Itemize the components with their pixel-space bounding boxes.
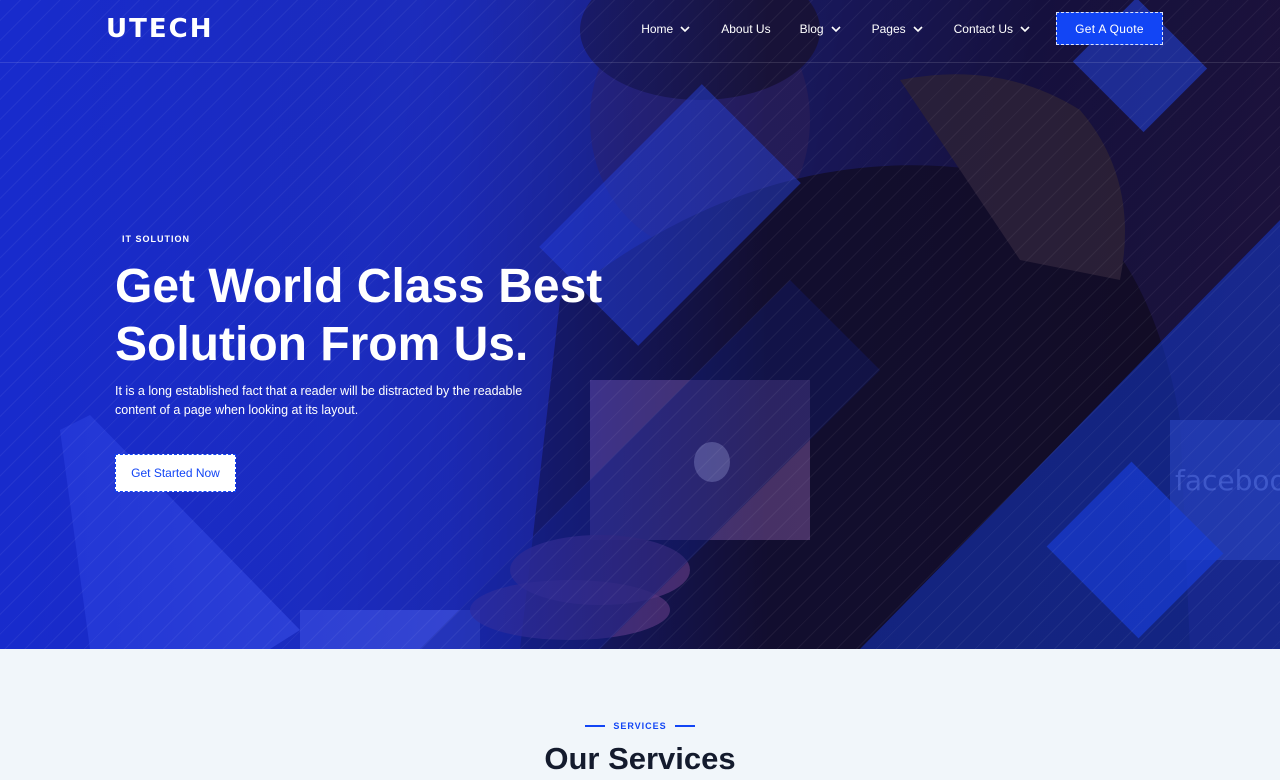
hero-description: It is a long established fact that a rea…: [115, 384, 523, 417]
nav-item-pages[interactable]: Pages: [872, 22, 925, 36]
brand-logo[interactable]: UTECH: [106, 14, 213, 44]
nav-item-label: About Us: [721, 21, 771, 36]
get-a-quote-button[interactable]: Get A Quote: [1056, 12, 1163, 45]
chevron-down-icon: [1020, 25, 1030, 32]
main-menu: Home About Us Blog Pages Contact Us: [612, 0, 1032, 57]
hero-title-line-1: Get World Class Best: [115, 260, 603, 313]
hero-title: Get World Class Best Solution From Us.: [115, 258, 635, 374]
nav-item-blog[interactable]: Blog: [800, 22, 843, 36]
nav-item-about-us[interactable]: About Us: [721, 22, 770, 36]
chevron-down-icon: [680, 25, 690, 32]
services-section: SERVICES Our Services: [0, 649, 1280, 780]
chevron-down-icon: [913, 25, 923, 32]
nav-item-label: Blog: [799, 21, 824, 36]
nav-item-label: Home: [641, 21, 674, 36]
get-started-button[interactable]: Get Started Now: [115, 454, 236, 492]
tag-line-right: [674, 725, 695, 727]
top-navigation: UTECH Home About Us Blog Pages Contact U…: [0, 0, 1280, 63]
services-title: Our Services: [544, 741, 736, 776]
hero-title-line-2: Solution From Us.: [115, 318, 529, 371]
hero-eyebrow: IT SOLUTION: [122, 234, 190, 244]
nav-item-label: Contact Us: [953, 21, 1013, 36]
services-tag: SERVICES: [0, 721, 1280, 731]
nav-item-home[interactable]: Home: [641, 22, 692, 36]
nav-item-label: Pages: [871, 21, 906, 36]
services-tag-label: SERVICES: [613, 721, 667, 731]
tag-line-left: [585, 725, 606, 727]
nav-item-contact-us[interactable]: Contact Us: [954, 22, 1032, 36]
chevron-down-icon: [831, 25, 841, 32]
hero-section: facebook UTECH Home About Us Blog Pages: [0, 0, 1280, 649]
